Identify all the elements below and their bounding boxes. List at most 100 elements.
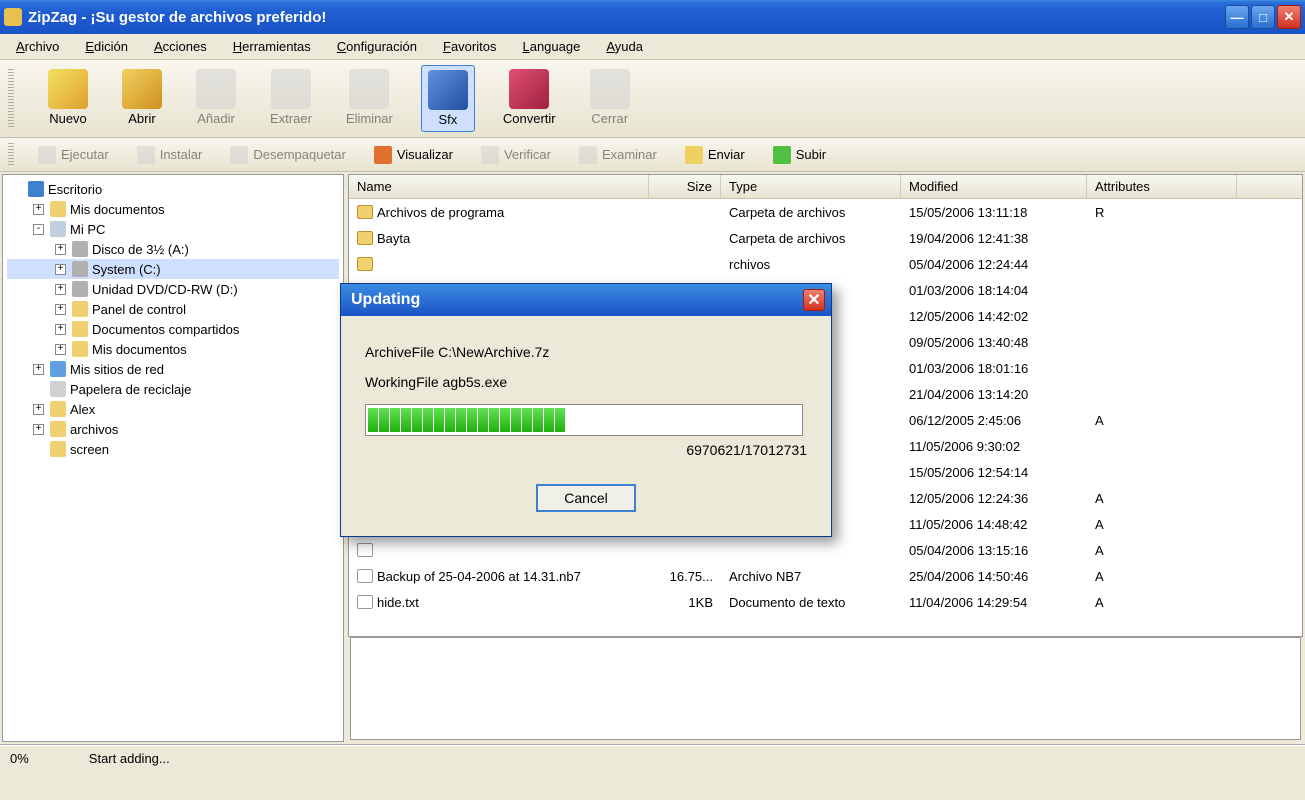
tree-node-label: Alex — [70, 402, 95, 417]
toolbar-cerrar-button: Cerrar — [584, 65, 636, 132]
menu-acciones[interactable]: Acciones — [142, 36, 219, 57]
tree-item[interactable]: + Panel de control — [7, 299, 339, 319]
dialog-title: Updating — [351, 291, 420, 309]
expand-icon[interactable]: + — [55, 264, 66, 275]
instalar-icon — [137, 146, 155, 164]
tree-node-label: Mis documentos — [92, 342, 187, 357]
expand-icon[interactable]: + — [33, 404, 44, 415]
expand-icon[interactable]: - — [33, 224, 44, 235]
file-icon — [357, 569, 373, 583]
folder-tree[interactable]: Escritorio+Mis documentos-Mi PC+Disco de… — [2, 174, 344, 742]
menu-language[interactable]: Language — [510, 36, 592, 57]
nuevo-icon — [48, 69, 88, 109]
column-attributes[interactable]: Attributes — [1087, 175, 1237, 198]
tree-node-icon — [72, 341, 88, 357]
tree-node-icon — [28, 181, 44, 197]
toolbar-verificar-button: Verificar — [475, 143, 557, 167]
minimize-button[interactable]: — — [1225, 5, 1249, 29]
file-row[interactable]: Backup of 25-04-2006 at 14.31.nb716.75..… — [349, 563, 1302, 589]
status-text: Start adding... — [89, 751, 170, 766]
tree-item[interactable]: Escritorio — [7, 179, 339, 199]
tree-item[interactable]: + Documentos compartidos — [7, 319, 339, 339]
menu-favoritos[interactable]: Favoritos — [431, 36, 508, 57]
expand-icon[interactable]: + — [55, 344, 66, 355]
dialog-close-button[interactable]: ✕ — [803, 289, 825, 311]
tree-item[interactable]: Papelera de reciclaje — [7, 379, 339, 399]
folder-icon — [357, 257, 373, 271]
column-name[interactable]: Name — [349, 175, 649, 198]
close-button[interactable]: ✕ — [1277, 5, 1301, 29]
statusbar: 0% Start adding... — [0, 745, 1305, 771]
tree-node-icon — [50, 361, 66, 377]
column-type[interactable]: Type — [721, 175, 901, 198]
tree-item[interactable]: +Unidad DVD/CD-RW (D:) — [7, 279, 339, 299]
tree-item[interactable]: +Mis sitios de red — [7, 359, 339, 379]
tree-node-label: System (C:) — [92, 262, 161, 277]
tree-node-label: Escritorio — [48, 182, 102, 197]
toolbar-visualizar-button[interactable]: Visualizar — [368, 143, 459, 167]
toolbar-sfx-button[interactable]: Sfx — [421, 65, 475, 132]
abrir-icon — [122, 69, 162, 109]
folder-icon — [357, 205, 373, 219]
menu-edición[interactable]: Edición — [73, 36, 140, 57]
menu-herramientas[interactable]: Herramientas — [221, 36, 323, 57]
tree-node-label: Mi PC — [70, 222, 105, 237]
column-size[interactable]: Size — [649, 175, 721, 198]
tree-node-label: screen — [70, 442, 109, 457]
toolbar-enviar-button[interactable]: Enviar — [679, 143, 751, 167]
tree-item[interactable]: + System (C:) — [7, 259, 339, 279]
maximize-button[interactable]: □ — [1251, 5, 1275, 29]
app-icon — [4, 8, 22, 26]
toolbar-convertir-button[interactable]: Convertir — [497, 65, 562, 132]
tree-node-label: Disco de 3½ (A:) — [92, 242, 189, 257]
visualizar-icon — [374, 146, 392, 164]
toolbar-nuevo-button[interactable]: Nuevo — [42, 65, 94, 132]
expand-icon[interactable]: + — [55, 324, 66, 335]
toolbar-subir-button[interactable]: Subir — [767, 143, 832, 167]
tree-item[interactable]: - Mi PC — [7, 219, 339, 239]
menu-configuración[interactable]: Configuración — [325, 36, 429, 57]
tree-node-icon — [50, 221, 66, 237]
convertir-icon — [509, 69, 549, 109]
progress-bar — [365, 404, 803, 436]
tree-item[interactable]: +archivos — [7, 419, 339, 439]
menu-ayuda[interactable]: Ayuda — [594, 36, 655, 57]
toolbar-eliminar-button: Eliminar — [340, 65, 399, 132]
updating-dialog: Updating ✕ ArchiveFile C:\NewArchive.7z … — [340, 283, 832, 537]
tree-node-label: Papelera de reciclaje — [70, 382, 191, 397]
tree-node-icon — [72, 301, 88, 317]
expand-icon[interactable]: + — [55, 284, 66, 295]
toolbar-desempaquetar-button: Desempaquetar — [224, 143, 352, 167]
añadir-icon — [196, 69, 236, 109]
toolbar-instalar-button: Instalar — [131, 143, 209, 167]
tree-node-icon — [72, 321, 88, 337]
cancel-button[interactable]: Cancel — [536, 484, 636, 512]
tree-item[interactable]: +Mis documentos — [7, 199, 339, 219]
toolbar-abrir-button[interactable]: Abrir — [116, 65, 168, 132]
file-row[interactable]: 05/04/2006 13:15:16A — [349, 537, 1302, 563]
file-row[interactable]: rchivos05/04/2006 12:24:44 — [349, 251, 1302, 277]
working-file-label: WorkingFile agb5s.exe — [365, 374, 807, 390]
tree-node-icon — [50, 401, 66, 417]
expand-icon[interactable]: + — [33, 364, 44, 375]
subir-icon — [773, 146, 791, 164]
file-row[interactable]: hide.txt1KBDocumento de texto11/04/2006 … — [349, 589, 1302, 615]
tree-item[interactable]: screen — [7, 439, 339, 459]
tree-item[interactable]: + Alex — [7, 399, 339, 419]
tree-item[interactable]: + Disco de 3½ (A:) — [7, 239, 339, 259]
file-row[interactable]: BaytaCarpeta de archivos19/04/2006 12:41… — [349, 225, 1302, 251]
tree-item[interactable]: + Mis documentos — [7, 339, 339, 359]
menubar: ArchivoEdiciónAccionesHerramientasConfig… — [0, 34, 1305, 60]
tree-node-label: Panel de control — [92, 302, 186, 317]
tree-node-label: Documentos compartidos — [92, 322, 239, 337]
expand-icon[interactable]: + — [55, 304, 66, 315]
expand-icon[interactable]: + — [33, 424, 44, 435]
file-row[interactable]: Archivos de programaCarpeta de archivos1… — [349, 199, 1302, 225]
toolbar-grip-icon — [8, 69, 14, 129]
expand-icon[interactable]: + — [55, 244, 66, 255]
menu-archivo[interactable]: Archivo — [4, 36, 71, 57]
archive-file-label: ArchiveFile C:\NewArchive.7z — [365, 344, 807, 360]
secondary-toolbar: EjecutarInstalarDesempaquetarVisualizarV… — [0, 138, 1305, 172]
column-modified[interactable]: Modified — [901, 175, 1087, 198]
expand-icon[interactable]: + — [33, 204, 44, 215]
